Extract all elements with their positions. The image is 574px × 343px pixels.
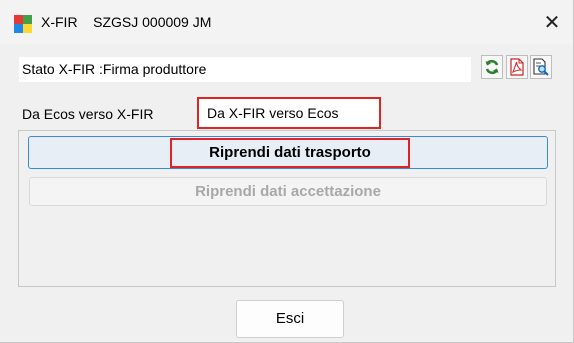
preview-button[interactable] <box>530 55 552 79</box>
pdf-icon <box>510 58 524 76</box>
tab-da-xfir-verso-ecos[interactable]: Da X-FIR verso Ecos <box>197 97 381 129</box>
riprendi-dati-trasporto-label: Riprendi dati trasporto <box>170 138 410 168</box>
preview-icon <box>533 58 549 76</box>
app-logo-icon <box>14 15 32 33</box>
tab-da-ecos-verso-xfir[interactable]: Da Ecos verso X-FIR <box>22 106 153 122</box>
refresh-button[interactable] <box>481 55 503 79</box>
pdf-button[interactable] <box>506 55 528 79</box>
xfir-dialog: X-FIR SZGSJ 000009 JM ✕ Stato X-FIR :Fir… <box>0 0 574 343</box>
title-bar: X-FIR SZGSJ 000009 JM ✕ <box>0 0 573 44</box>
close-icon[interactable]: ✕ <box>540 10 564 34</box>
status-field: Stato X-FIR :Firma produttore <box>19 57 471 82</box>
riprendi-dati-accettazione-button: Riprendi dati accettazione <box>29 177 547 206</box>
refresh-icon <box>485 59 499 75</box>
window-title: X-FIR SZGSJ 000009 JM <box>41 14 212 30</box>
esci-button[interactable]: Esci <box>236 300 344 338</box>
